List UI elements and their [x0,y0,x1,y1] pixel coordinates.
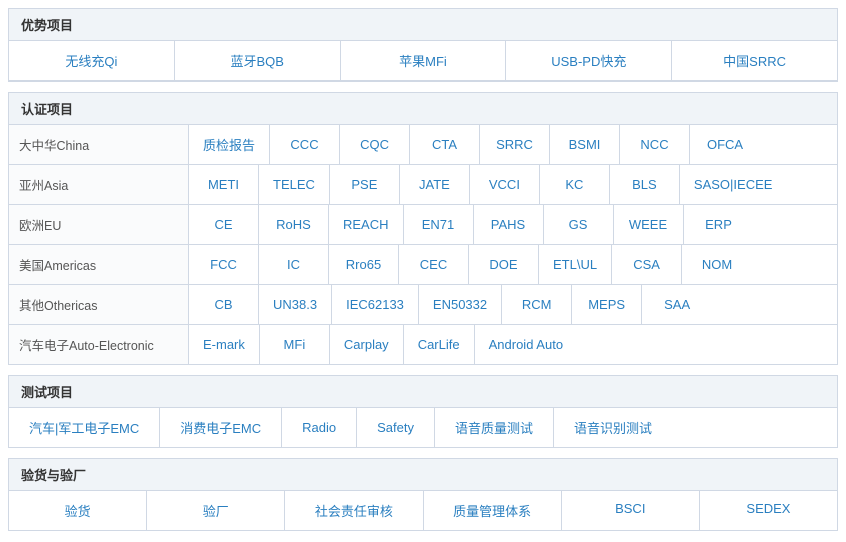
test-item-0[interactable]: 汽车|军工电子EMC [9,408,160,447]
cert-row-0: 大中华China质检报告CCCCQCCTASRRCBSMINCCOFCA [9,125,837,165]
cert-item-2-2[interactable]: REACH [329,205,404,244]
cert-item-0-7[interactable]: OFCA [690,125,760,164]
cert-item-2-1[interactable]: RoHS [259,205,329,244]
cert-row-items-1: METITELECPSEJATEVCCIKCBLSSASO|IECEE [189,165,837,204]
cert-item-2-4[interactable]: PAHS [474,205,544,244]
cert-item-1-1[interactable]: TELEC [259,165,330,204]
cert-item-5-2[interactable]: Carplay [330,325,404,364]
cert-item-1-2[interactable]: PSE [330,165,400,204]
cert-item-3-6[interactable]: CSA [612,245,682,284]
cert-item-0-2[interactable]: CQC [340,125,410,164]
inspection-title: 验货与验厂 [9,459,837,491]
cert-item-1-3[interactable]: JATE [400,165,470,204]
cert-item-0-1[interactable]: CCC [270,125,340,164]
cert-item-3-5[interactable]: ETL\UL [539,245,612,284]
cert-item-3-4[interactable]: DOE [469,245,539,284]
main-wrapper: 优势项目 无线充Qi蓝牙BQB苹果MFiUSB-PD快充中国SRRC 认证项目 … [0,0,846,539]
advantage-body: 无线充Qi蓝牙BQB苹果MFiUSB-PD快充中国SRRC [9,41,837,81]
cert-row-items-3: FCCICRro65CECDOEETL\ULCSANOM [189,245,837,284]
cert-item-5-4[interactable]: Android Auto [475,325,577,364]
cert-item-4-1[interactable]: UN38.3 [259,285,332,324]
cert-item-0-5[interactable]: BSMI [550,125,620,164]
inspection-item-3[interactable]: 质量管理体系 [424,491,562,530]
cert-row-label-4: 其他Othericas [9,285,189,324]
inspection-section: 验货与验厂 验货验厂社会责任审核质量管理体系BSCISEDEX [8,458,838,531]
cert-item-1-7[interactable]: SASO|IECEE [680,165,787,204]
cert-item-5-0[interactable]: E-mark [189,325,260,364]
cert-item-4-0[interactable]: CB [189,285,259,324]
test-item-2[interactable]: Radio [282,408,357,447]
cert-row-items-4: CBUN38.3IEC62133EN50332RCMMEPSSAA [189,285,837,324]
cert-item-0-0[interactable]: 质检报告 [189,125,270,164]
cert-item-4-5[interactable]: MEPS [572,285,642,324]
cert-item-0-3[interactable]: CTA [410,125,480,164]
advantage-title: 优势项目 [9,9,837,41]
testing-title: 测试项目 [9,376,837,408]
cert-item-4-4[interactable]: RCM [502,285,572,324]
cert-item-0-6[interactable]: NCC [620,125,690,164]
cert-item-2-6[interactable]: WEEE [614,205,684,244]
cert-row-items-2: CERoHSREACHEN71PAHSGSWEEEERP [189,205,837,244]
test-item-4[interactable]: 语音质量测试 [435,408,554,447]
cert-item-3-7[interactable]: NOM [682,245,752,284]
test-item-3[interactable]: Safety [357,408,435,447]
cert-item-5-1[interactable]: MFi [260,325,330,364]
test-item-1[interactable]: 消费电子EMC [160,408,282,447]
cert-item-4-6[interactable]: SAA [642,285,712,324]
test-row: 汽车|军工电子EMC消费电子EMCRadioSafety语音质量测试语音识别测试 [9,408,837,447]
cert-item-5-3[interactable]: CarLife [404,325,475,364]
cert-item-2-3[interactable]: EN71 [404,205,474,244]
cert-row-4: 其他OthericasCBUN38.3IEC62133EN50332RCMMEP… [9,285,837,325]
cert-item-4-3[interactable]: EN50332 [419,285,502,324]
advantage-item-1[interactable]: 蓝牙BQB [175,41,341,80]
cert-row-label-5: 汽车电子Auto-Electronic [9,325,189,364]
inspection-item-5[interactable]: SEDEX [700,491,837,530]
cert-row-label-1: 亚州Asia [9,165,189,204]
cert-item-3-3[interactable]: CEC [399,245,469,284]
test-item-5[interactable]: 语音识别测试 [554,408,672,447]
advantage-item-0[interactable]: 无线充Qi [9,41,175,80]
inspection-body: 验货验厂社会责任审核质量管理体系BSCISEDEX [9,491,837,530]
cert-item-2-5[interactable]: GS [544,205,614,244]
cert-row-label-2: 欧洲EU [9,205,189,244]
advantage-section: 优势项目 无线充Qi蓝牙BQB苹果MFiUSB-PD快充中国SRRC [8,8,838,82]
cert-row-5: 汽车电子Auto-ElectronicE-markMFiCarplayCarLi… [9,325,837,364]
advantage-row: 无线充Qi蓝牙BQB苹果MFiUSB-PD快充中国SRRC [9,41,837,81]
testing-section: 测试项目 汽车|军工电子EMC消费电子EMCRadioSafety语音质量测试语… [8,375,838,448]
cert-item-4-2[interactable]: IEC62133 [332,285,419,324]
cert-row-items-0: 质检报告CCCCQCCTASRRCBSMINCCOFCA [189,125,837,164]
cert-item-1-4[interactable]: VCCI [470,165,540,204]
cert-row-1: 亚州AsiaMETITELECPSEJATEVCCIKCBLSSASO|IECE… [9,165,837,205]
certification-body: 大中华China质检报告CCCCQCCTASRRCBSMINCCOFCA亚州As… [9,125,837,364]
cert-row-2: 欧洲EUCERoHSREACHEN71PAHSGSWEEEERP [9,205,837,245]
inspection-item-4[interactable]: BSCI [562,491,700,530]
cert-item-3-2[interactable]: Rro65 [329,245,399,284]
cert-item-1-6[interactable]: BLS [610,165,680,204]
cert-row-label-3: 美国Americas [9,245,189,284]
cert-item-3-1[interactable]: IC [259,245,329,284]
cert-item-1-0[interactable]: METI [189,165,259,204]
cert-row-items-5: E-markMFiCarplayCarLifeAndroid Auto [189,325,837,364]
advantage-item-3[interactable]: USB-PD快充 [506,41,672,80]
certification-title: 认证项目 [9,93,837,125]
inspection-row: 验货验厂社会责任审核质量管理体系BSCISEDEX [9,491,837,530]
cert-item-3-0[interactable]: FCC [189,245,259,284]
certification-section: 认证项目 大中华China质检报告CCCCQCCTASRRCBSMINCCOFC… [8,92,838,365]
cert-row-label-0: 大中华China [9,125,189,164]
cert-item-2-0[interactable]: CE [189,205,259,244]
advantage-item-4[interactable]: 中国SRRC [672,41,837,80]
advantage-item-2[interactable]: 苹果MFi [341,41,507,80]
inspection-item-1[interactable]: 验厂 [147,491,285,530]
cert-item-1-5[interactable]: KC [540,165,610,204]
cert-item-2-7[interactable]: ERP [684,205,754,244]
inspection-item-0[interactable]: 验货 [9,491,147,530]
cert-row-3: 美国AmericasFCCICRro65CECDOEETL\ULCSANOM [9,245,837,285]
cert-item-0-4[interactable]: SRRC [480,125,550,164]
testing-body: 汽车|军工电子EMC消费电子EMCRadioSafety语音质量测试语音识别测试 [9,408,837,447]
inspection-item-2[interactable]: 社会责任审核 [285,491,423,530]
